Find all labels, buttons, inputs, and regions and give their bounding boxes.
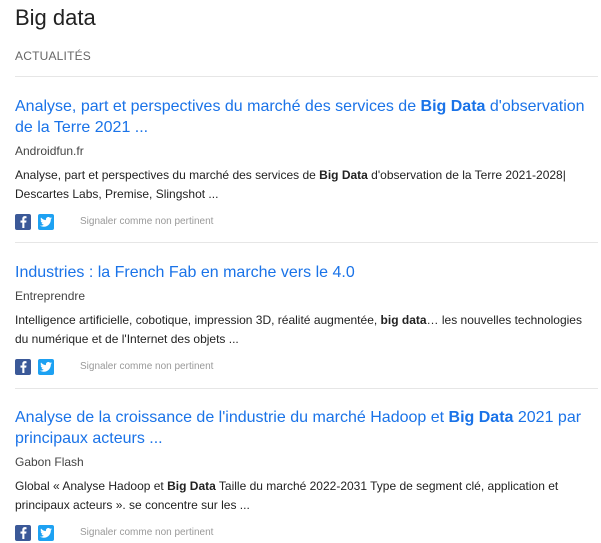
divider	[15, 242, 598, 243]
snippet-highlight: Big Data	[319, 168, 368, 182]
snippet-highlight: big data	[380, 313, 427, 327]
snippet-text: Global « Analyse Hadoop et	[15, 479, 168, 493]
article-title-link[interactable]: Analyse, part et perspectives du marché …	[15, 96, 595, 138]
divider	[15, 388, 598, 389]
article-snippet: Global « Analyse Hadoop et Big Data Tail…	[15, 477, 595, 515]
report-irrelevant-link[interactable]: Signaler comme non pertinent	[80, 527, 213, 539]
news-page: Big data ACTUALITÉS Analyse, part et per…	[0, 0, 601, 543]
news-article: Industries : la French Fab en marche ver…	[15, 262, 595, 375]
snippet-text: Intelligence artificielle, cobotique, im…	[15, 313, 381, 327]
report-irrelevant-link[interactable]: Signaler comme non pertinent	[80, 216, 213, 228]
title-highlight: Big Data	[448, 409, 514, 426]
article-snippet: Intelligence artificielle, cobotique, im…	[15, 311, 595, 349]
article-title-link[interactable]: Industries : la French Fab en marche ver…	[15, 262, 595, 283]
divider	[15, 76, 598, 77]
article-actions: Signaler comme non pertinent	[15, 359, 595, 375]
facebook-icon[interactable]	[15, 214, 31, 230]
facebook-icon[interactable]	[15, 359, 31, 375]
title-text: Industries : la French Fab en marche ver…	[15, 264, 355, 281]
twitter-icon[interactable]	[38, 214, 54, 230]
snippet-text: Analyse, part et perspectives du marché …	[15, 168, 320, 182]
article-title-link[interactable]: Analyse de la croissance de l'industrie …	[15, 407, 595, 449]
snippet-highlight: Big Data	[167, 479, 216, 493]
article-source: Entreprendre	[15, 289, 86, 303]
page-title: Big data	[15, 5, 96, 30]
twitter-icon[interactable]	[38, 359, 54, 375]
article-actions: Signaler comme non pertinent	[15, 525, 595, 541]
news-article: Analyse, part et perspectives du marché …	[15, 96, 595, 230]
title-highlight: Big Data	[420, 98, 486, 115]
article-snippet: Analyse, part et perspectives du marché …	[15, 166, 595, 204]
article-source: Gabon Flash	[15, 455, 84, 469]
facebook-icon[interactable]	[15, 525, 31, 541]
news-article: Analyse de la croissance de l'industrie …	[15, 407, 595, 541]
title-text: Analyse, part et perspectives du marché …	[15, 98, 421, 115]
title-text: Analyse de la croissance de l'industrie …	[15, 409, 449, 426]
twitter-icon[interactable]	[38, 525, 54, 541]
report-irrelevant-link[interactable]: Signaler comme non pertinent	[80, 361, 213, 373]
article-actions: Signaler comme non pertinent	[15, 214, 595, 230]
section-label: ACTUALITÉS	[15, 49, 92, 63]
article-source: Androidfun.fr	[15, 144, 84, 158]
